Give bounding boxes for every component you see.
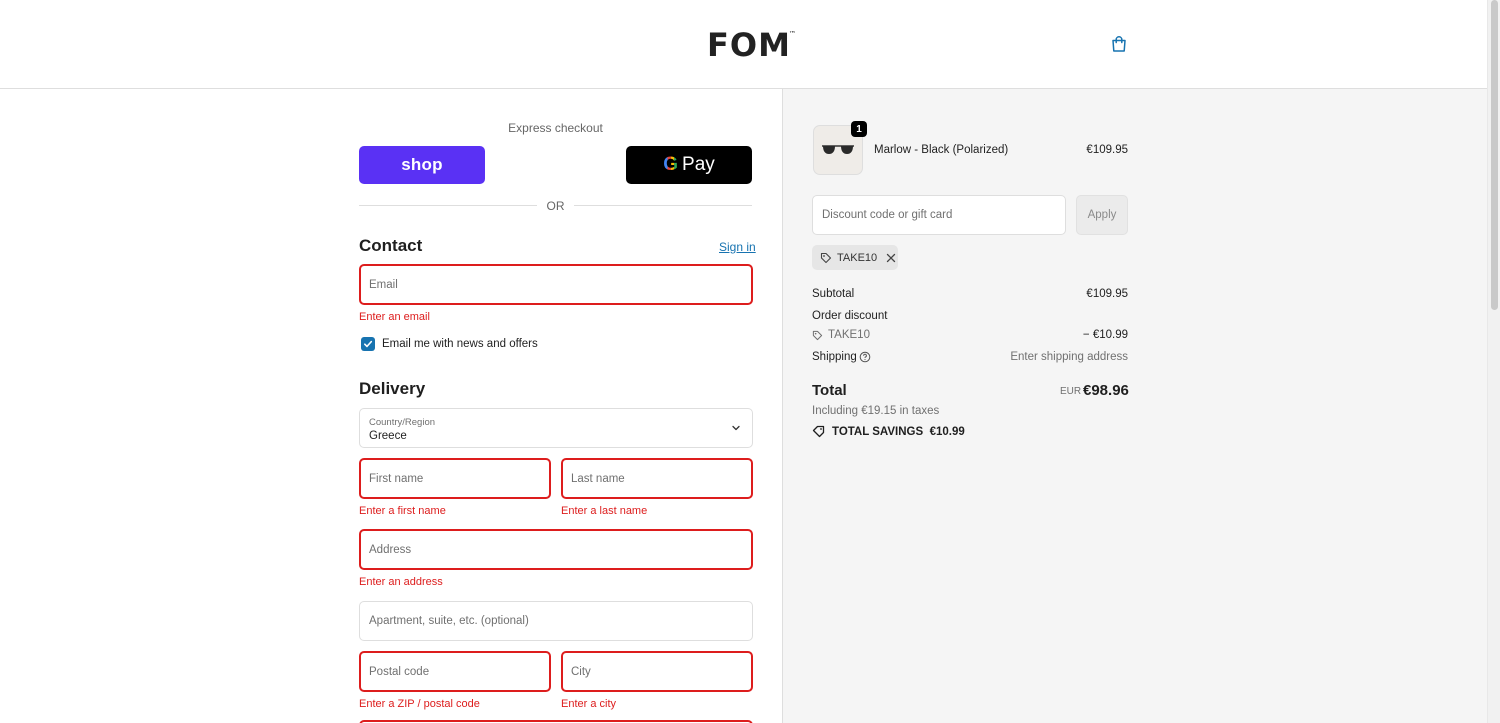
country-value: Greece: [369, 430, 407, 442]
discount-code-label: TAKE10: [828, 329, 870, 341]
logo-trademark: ™: [788, 30, 797, 38]
subtotal-label: Subtotal: [812, 288, 855, 300]
chevron-down-icon: [732, 425, 740, 431]
subtotal-value: €109.95: [1086, 288, 1128, 300]
shop-pay-button[interactable]: shop: [359, 146, 485, 184]
shipping-label: Shipping: [812, 351, 857, 363]
header: FOM ™: [0, 0, 1487, 89]
total-currency: EUR: [1060, 386, 1082, 397]
scrollbar[interactable]: [1487, 0, 1500, 723]
logo[interactable]: FOM ™: [707, 26, 796, 64]
apply-button[interactable]: Apply: [1076, 195, 1128, 235]
or-divider: OR: [359, 199, 752, 213]
last-name-field[interactable]: Last name: [561, 458, 753, 499]
postal-code-error: Enter a ZIP / postal code: [359, 698, 480, 710]
google-pay-button[interactable]: G Pay: [626, 146, 752, 184]
email-field[interactable]: Email: [359, 264, 753, 305]
tag-icon: [812, 330, 823, 341]
shipping-value: Enter shipping address: [1010, 351, 1128, 363]
address-error: Enter an address: [359, 576, 443, 588]
total-savings: TOTAL SAVINGS €10.99: [812, 425, 965, 439]
google-pay-label: Pay: [682, 154, 715, 175]
product-price: €109.95: [1086, 144, 1128, 156]
city-error: Enter a city: [561, 698, 617, 710]
sign-in-link[interactable]: Sign in: [719, 240, 756, 254]
savings-tag-icon: [812, 425, 825, 438]
google-g-icon: G: [663, 154, 679, 175]
tag-icon: [820, 252, 832, 263]
first-name-field[interactable]: First name: [359, 458, 551, 499]
discount-code-input[interactable]: Discount code or gift card: [812, 195, 1066, 235]
total-label: Total: [812, 382, 847, 399]
product-name: Marlow - Black (Polarized): [874, 144, 1009, 156]
savings-value: €10.99: [929, 426, 965, 438]
newsletter-checkbox[interactable]: [361, 337, 375, 351]
close-icon[interactable]: [885, 252, 897, 264]
country-select[interactable]: Country/Region Greece: [359, 408, 753, 448]
newsletter-label: Email me with news and offers: [382, 338, 538, 350]
help-icon[interactable]: [859, 351, 871, 363]
taxes-text: Including €19.15 in taxes: [812, 405, 940, 417]
applied-code-text: TAKE10: [837, 251, 878, 264]
express-checkout-label: Express checkout: [508, 121, 603, 135]
address-field[interactable]: Address: [359, 529, 753, 570]
email-error: Enter an email: [359, 311, 430, 323]
last-name-error: Enter a last name: [561, 505, 648, 517]
delivery-title: Delivery: [359, 379, 426, 398]
divider-line-right: [574, 205, 752, 206]
discount-value: − €10.99: [1082, 329, 1128, 341]
savings-label: TOTAL SAVINGS: [832, 426, 924, 438]
shopping-bag-icon[interactable]: [1110, 35, 1128, 53]
country-label: Country/Region: [369, 417, 436, 428]
scrollbar-thumb[interactable]: [1491, 0, 1498, 310]
apartment-field[interactable]: Apartment, suite, etc. (optional): [359, 601, 753, 641]
postal-code-field[interactable]: Postal code: [359, 651, 551, 692]
checkmark-icon: [364, 340, 373, 348]
applied-discount-chip: TAKE10: [812, 245, 898, 270]
first-name-error: Enter a first name: [359, 505, 446, 517]
city-field[interactable]: City: [561, 651, 753, 692]
total-value: €98.96: [1083, 382, 1129, 399]
or-text: OR: [546, 199, 565, 213]
quantity-badge: 1: [851, 121, 867, 137]
order-discount-label: Order discount: [812, 310, 888, 322]
sunglasses-icon: [822, 145, 854, 154]
contact-title: Contact: [359, 236, 423, 255]
logo-text: FOM: [707, 26, 791, 64]
